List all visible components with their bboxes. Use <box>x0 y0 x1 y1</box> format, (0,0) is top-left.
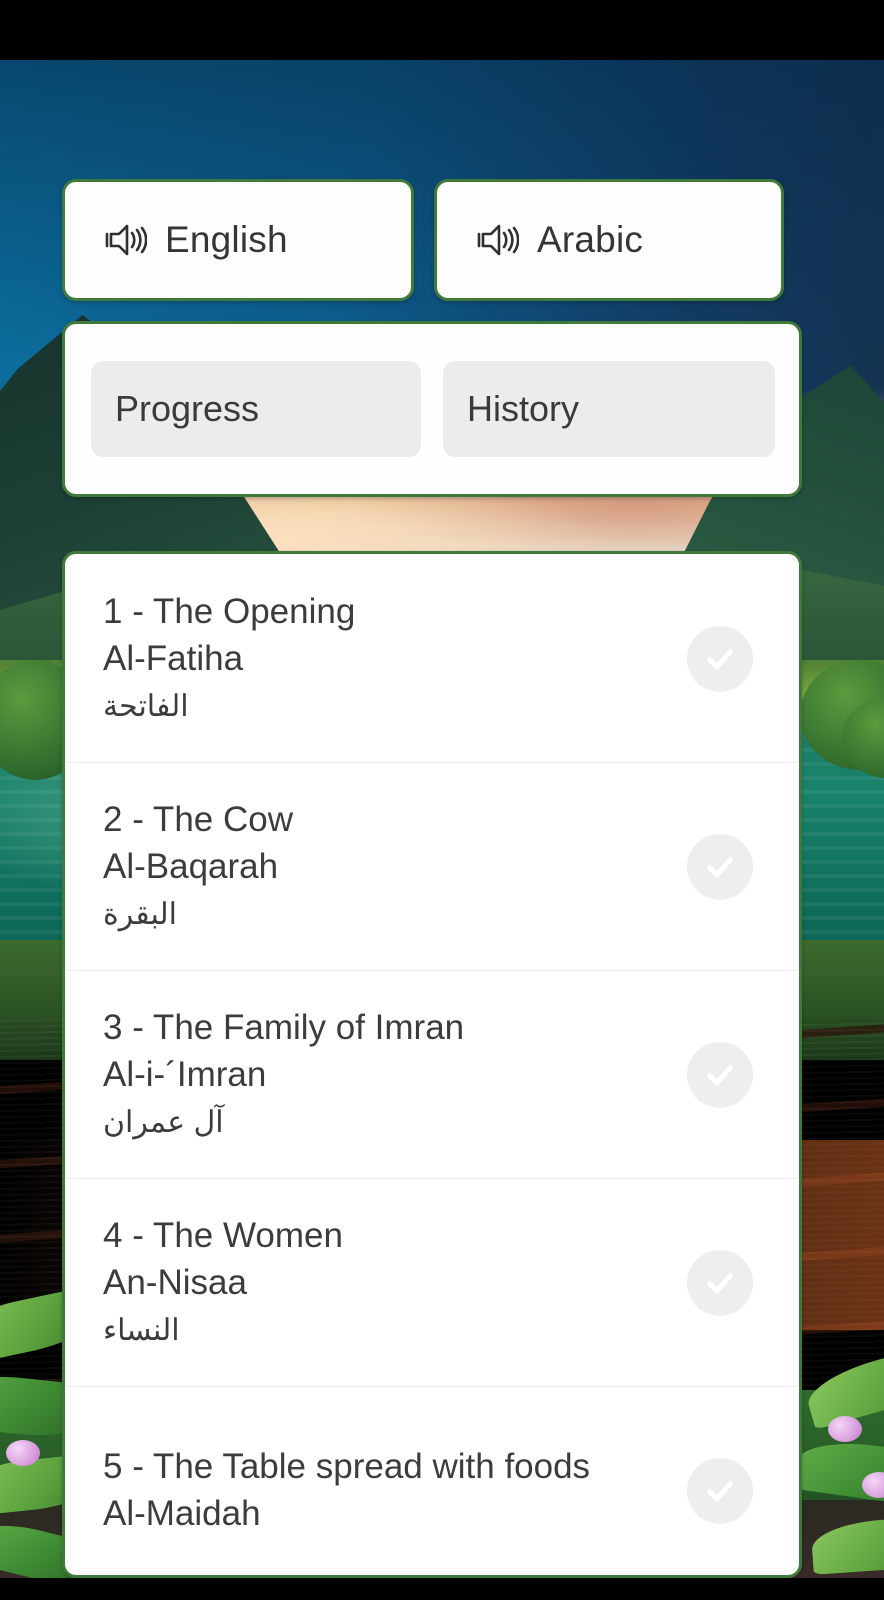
app-screen: English Arabic Progress History 1 - The … <box>0 0 884 1600</box>
surah-arabic-name: الفاتحة <box>103 690 189 724</box>
surah-text: 5 - The Table spread with foods Al-Maidah <box>103 1444 687 1537</box>
language-label-arabic: Arabic <box>537 219 644 260</box>
surah-arabic-name: النساء <box>103 1314 180 1348</box>
speaker-icon <box>103 222 147 258</box>
tab-progress-label: Progress <box>115 388 260 429</box>
surah-text: 2 - The Cow Al-Baqarah البقرة <box>103 797 687 937</box>
check-circle-icon[interactable] <box>687 1250 753 1316</box>
status-bar <box>0 0 884 60</box>
surah-text: 4 - The Women An-Nisaa النساء <box>103 1213 687 1353</box>
surah-title: 2 - The Cow <box>103 799 293 839</box>
surah-row[interactable]: 4 - The Women An-Nisaa النساء <box>65 1178 799 1386</box>
language-label-english: English <box>165 219 288 260</box>
surah-title: 1 - The Opening <box>103 591 356 631</box>
language-button-row: English Arabic <box>62 179 784 301</box>
surah-arabic-name: آل عمران <box>103 1106 224 1140</box>
surah-transliteration: An-Nisaa <box>103 1262 247 1302</box>
surah-transliteration: Al-Baqarah <box>103 846 279 886</box>
tab-history[interactable]: History <box>443 361 775 457</box>
tab-history-label: History <box>467 388 580 429</box>
surah-title: 3 - The Family of Imran <box>103 1007 465 1047</box>
surah-title: 5 - The Table spread with foods <box>103 1447 591 1487</box>
check-circle-icon[interactable] <box>687 1042 753 1108</box>
navigation-bar <box>0 1578 884 1600</box>
tabs-card: Progress History <box>62 321 802 497</box>
surah-row[interactable]: 5 - The Table spread with foods Al-Maidah <box>65 1386 799 1575</box>
surah-row[interactable]: 2 - The Cow Al-Baqarah البقرة <box>65 762 799 970</box>
surah-text: 3 - The Family of Imran Al-i-´Imran آل عمر… <box>103 1005 687 1145</box>
surah-arabic-name: البقرة <box>103 898 177 932</box>
check-circle-icon[interactable] <box>687 1458 753 1524</box>
surah-transliteration: Al-Fatiha <box>103 638 244 678</box>
check-circle-icon[interactable] <box>687 834 753 900</box>
surah-title: 4 - The Women <box>103 1215 343 1255</box>
check-circle-icon[interactable] <box>687 626 753 692</box>
surah-text: 1 - The Opening Al-Fatiha الفاتحة <box>103 589 687 729</box>
surah-row[interactable]: 1 - The Opening Al-Fatiha الفاتحة <box>65 554 799 762</box>
ui-overlay: English Arabic Progress History 1 - The … <box>0 60 884 1578</box>
language-button-arabic[interactable]: Arabic <box>434 179 784 301</box>
surah-transliteration: Al-Maidah <box>103 1494 261 1533</box>
surah-list[interactable]: 1 - The Opening Al-Fatiha الفاتحة 2 - The C… <box>65 554 799 1575</box>
tab-progress[interactable]: Progress <box>91 361 421 457</box>
surah-row[interactable]: 3 - The Family of Imran Al-i-´Imran آل عمر… <box>65 970 799 1178</box>
surah-list-card: 1 - The Opening Al-Fatiha الفاتحة 2 - The C… <box>62 551 802 1578</box>
speaker-icon <box>475 222 519 258</box>
surah-transliteration: Al-i-´Imran <box>103 1054 267 1094</box>
language-button-english[interactable]: English <box>62 179 414 301</box>
